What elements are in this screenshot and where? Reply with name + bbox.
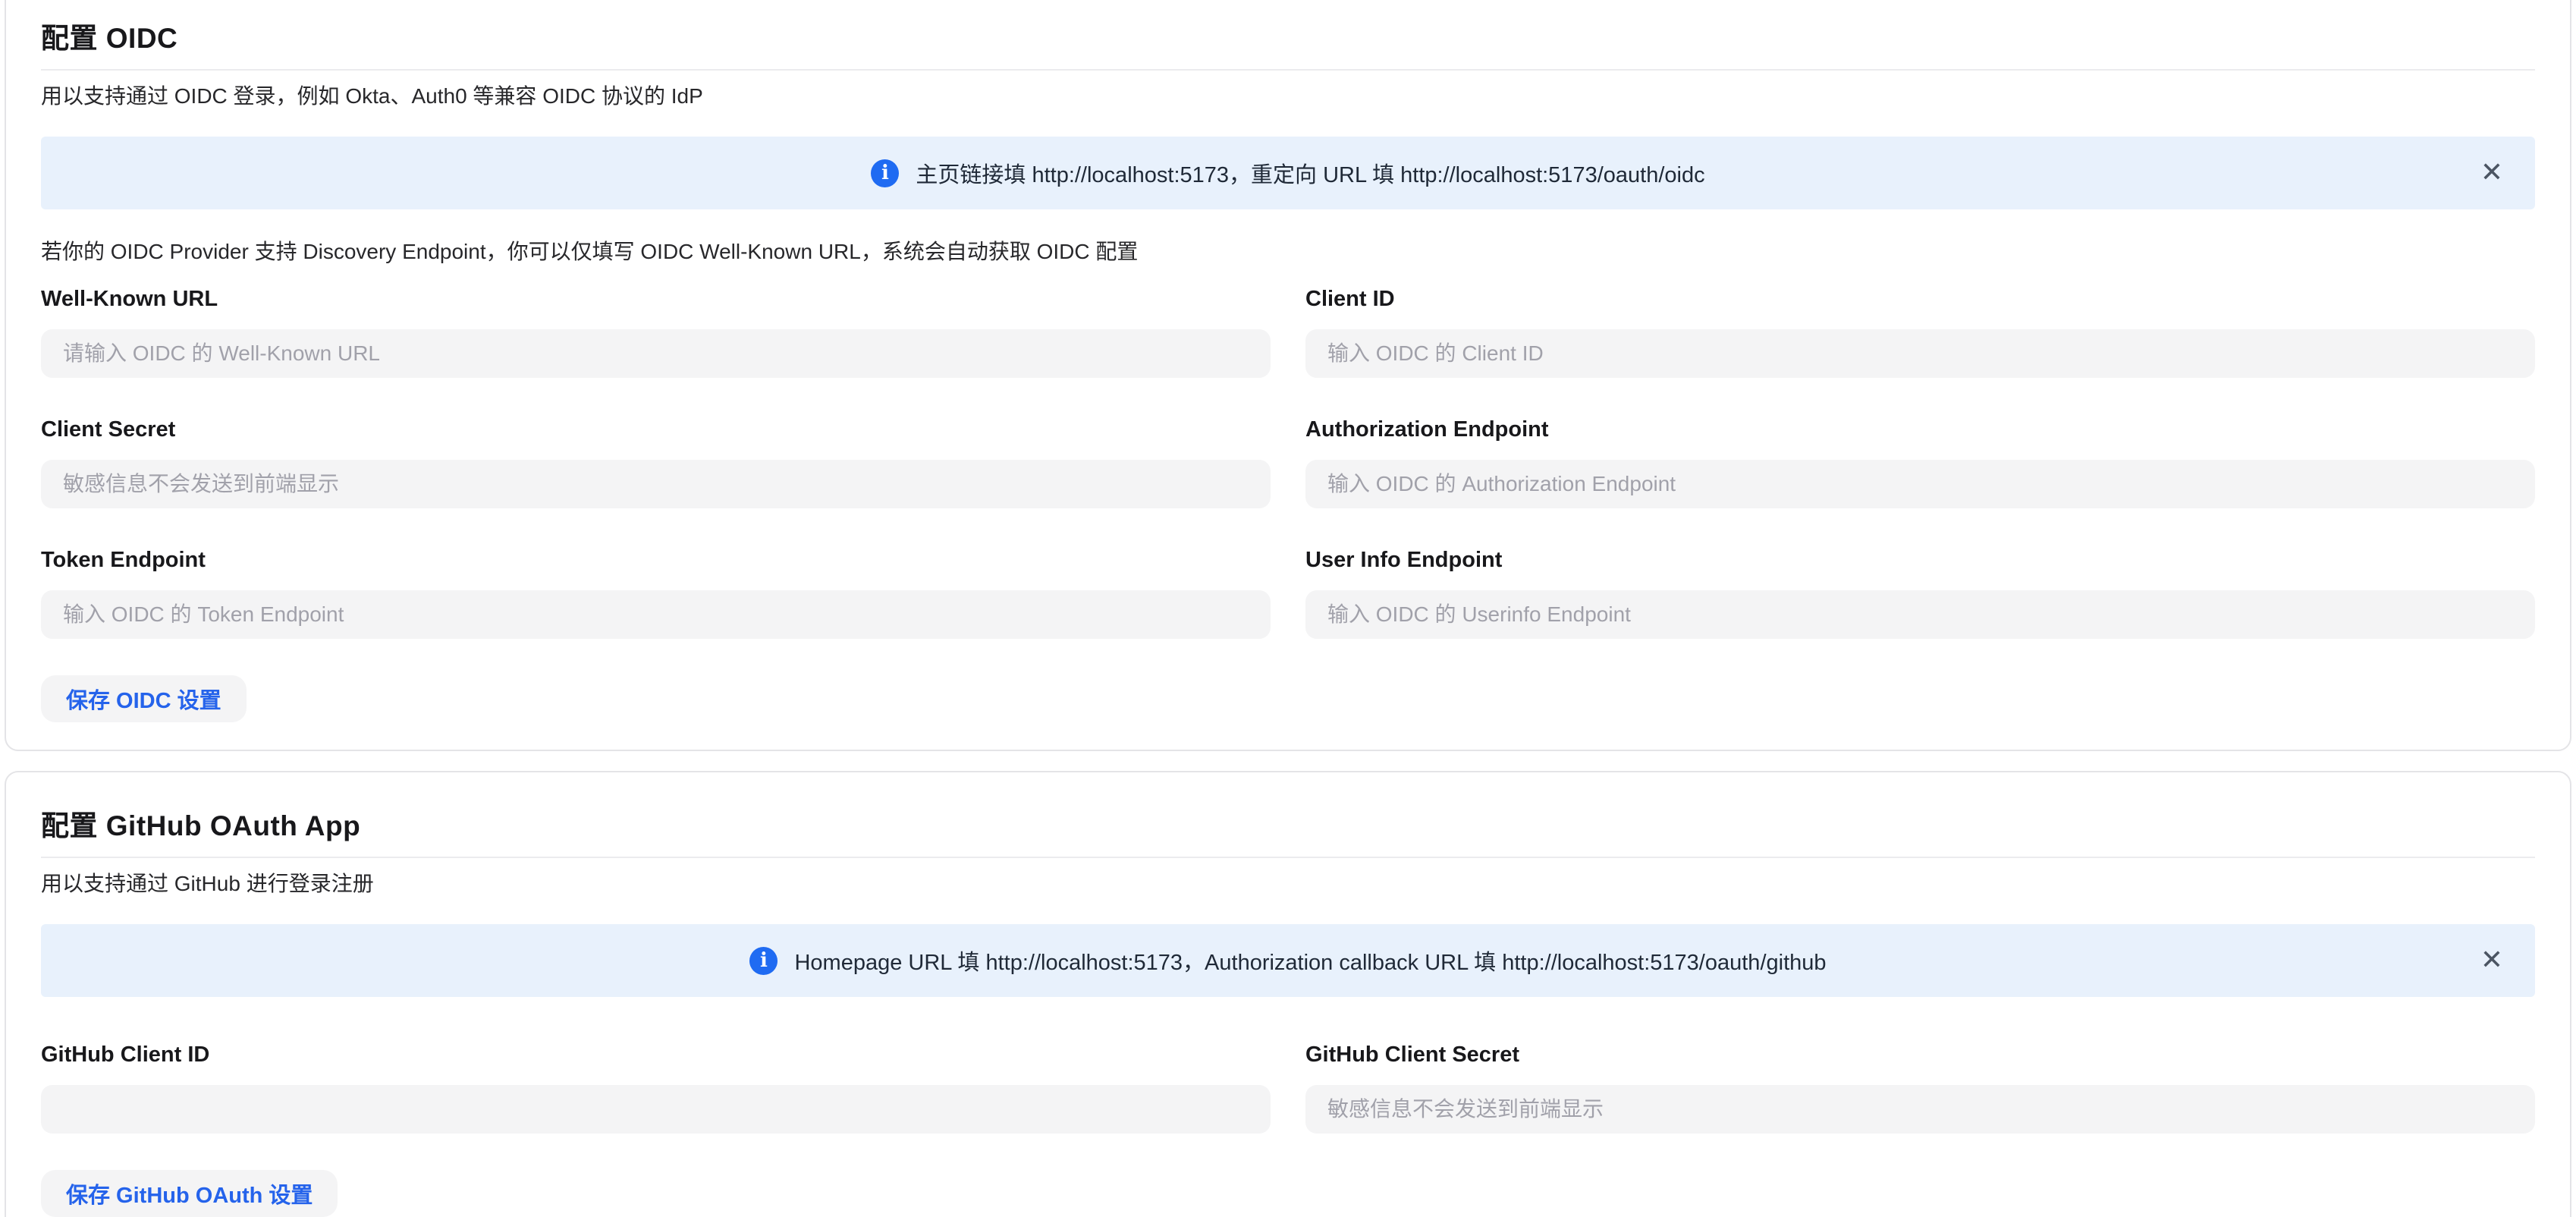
- banner-content: i Homepage URL 填 http://localhost:5173，A…: [749, 945, 1826, 976]
- close-icon[interactable]: ✕: [2477, 156, 2506, 190]
- github-client-secret-input[interactable]: [1305, 1085, 2535, 1134]
- oidc-settings-card: 配置 OIDC 用以支持通过 OIDC 登录，例如 Okta、Auth0 等兼容…: [5, 0, 2571, 751]
- oidc-discovery-hint: 若你的 OIDC Provider 支持 Discovery Endpoint，…: [41, 237, 2535, 267]
- github-client-secret-label: GitHub Client Secret: [1305, 1039, 2535, 1070]
- token-endpoint-label: Token Endpoint: [41, 545, 1271, 575]
- field-well-known-url: Well-Known URL: [41, 284, 1271, 378]
- authorization-endpoint-label: Authorization Endpoint: [1305, 414, 2535, 445]
- oidc-info-banner: i 主页链接填 http://localhost:5173，重定向 URL 填 …: [41, 137, 2535, 209]
- github-info-banner: i Homepage URL 填 http://localhost:5173，A…: [41, 924, 2535, 997]
- client-secret-input[interactable]: [41, 460, 1271, 508]
- field-client-id: Client ID: [1305, 284, 2535, 378]
- client-id-label: Client ID: [1305, 284, 2535, 314]
- field-userinfo-endpoint: User Info Endpoint: [1305, 545, 2535, 639]
- divider: [41, 857, 2535, 858]
- oidc-banner-text: 主页链接填 http://localhost:5173，重定向 URL 填 ht…: [916, 157, 1704, 189]
- close-icon[interactable]: ✕: [2477, 944, 2506, 977]
- well-known-url-input[interactable]: [41, 329, 1271, 378]
- banner-content: i 主页链接填 http://localhost:5173，重定向 URL 填 …: [871, 157, 1704, 189]
- oidc-section-description: 用以支持通过 OIDC 登录，例如 Okta、Auth0 等兼容 OIDC 协议…: [41, 81, 2535, 112]
- token-endpoint-input[interactable]: [41, 590, 1271, 639]
- info-icon: i: [749, 947, 778, 975]
- github-client-id-label: GitHub Client ID: [41, 1039, 1271, 1070]
- github-oauth-settings-card: 配置 GitHub OAuth App 用以支持通过 GitHub 进行登录注册…: [5, 771, 2571, 1217]
- github-client-id-input[interactable]: [41, 1085, 1271, 1134]
- github-banner-text: Homepage URL 填 http://localhost:5173，Aut…: [794, 945, 1826, 976]
- github-form: GitHub Client ID GitHub Client Secret: [41, 1039, 2535, 1170]
- github-section-description: 用以支持通过 GitHub 进行登录注册: [41, 869, 2535, 899]
- oidc-form: Well-Known URL Client ID Client Secret A…: [41, 284, 2535, 675]
- field-client-secret: Client Secret: [41, 414, 1271, 508]
- save-oidc-button[interactable]: 保存 OIDC 设置: [41, 675, 247, 722]
- save-github-oauth-button[interactable]: 保存 GitHub OAuth 设置: [41, 1170, 338, 1217]
- field-github-client-secret: GitHub Client Secret: [1305, 1039, 2535, 1134]
- github-section-title: 配置 GitHub OAuth App: [41, 807, 2535, 845]
- field-token-endpoint: Token Endpoint: [41, 545, 1271, 639]
- field-authorization-endpoint: Authorization Endpoint: [1305, 414, 2535, 508]
- oidc-section-title: 配置 OIDC: [41, 20, 2535, 58]
- client-id-input[interactable]: [1305, 329, 2535, 378]
- field-github-client-id: GitHub Client ID: [41, 1039, 1271, 1134]
- authorization-endpoint-input[interactable]: [1305, 460, 2535, 508]
- userinfo-endpoint-label: User Info Endpoint: [1305, 545, 2535, 575]
- divider: [41, 69, 2535, 71]
- well-known-url-label: Well-Known URL: [41, 284, 1271, 314]
- info-icon: i: [871, 159, 899, 187]
- client-secret-label: Client Secret: [41, 414, 1271, 445]
- userinfo-endpoint-input[interactable]: [1305, 590, 2535, 639]
- settings-page: 配置 OIDC 用以支持通过 OIDC 登录，例如 Okta、Auth0 等兼容…: [0, 0, 2576, 1217]
